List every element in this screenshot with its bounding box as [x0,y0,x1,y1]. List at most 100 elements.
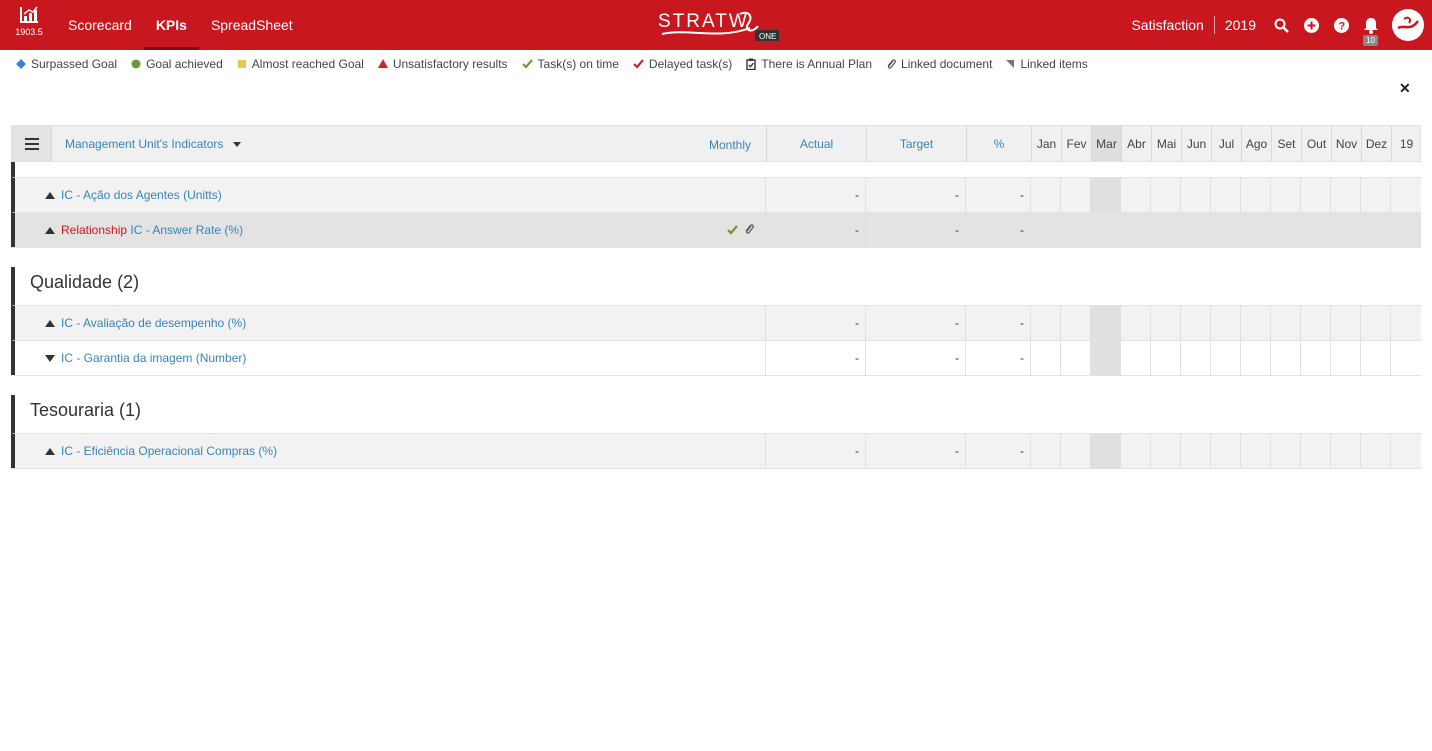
indicator-name[interactable]: IC - Avaliação de desempenho (%) [61,316,246,330]
month-cell[interactable] [1270,341,1300,375]
month-cell[interactable] [1330,213,1360,247]
month-cell[interactable] [1180,178,1210,212]
month-header[interactable]: Mar [1091,126,1121,161]
month-cell[interactable] [1390,341,1420,375]
paperclip-icon[interactable] [744,222,754,240]
month-cell[interactable] [1300,306,1330,340]
context-selector[interactable]: Satisfaction [1121,17,1213,33]
month-header[interactable]: Nov [1331,126,1361,161]
month-cell[interactable] [1390,306,1420,340]
month-cell[interactable] [1300,213,1330,247]
indicator-name[interactable]: IC - Garantia da imagem (Number) [61,351,246,365]
month-cell[interactable] [1330,434,1360,468]
close-icon[interactable]: ✕ [1399,80,1411,97]
month-cell[interactable] [1090,213,1120,247]
month-header[interactable]: 19 [1391,126,1421,161]
nav-spreadsheet[interactable]: SpreadSheet [199,0,305,50]
month-cell[interactable] [1090,434,1120,468]
month-cell[interactable] [1120,178,1150,212]
month-cell[interactable] [1180,434,1210,468]
month-cell[interactable] [1240,434,1270,468]
month-header[interactable]: Ago [1241,126,1271,161]
indicator-name-cell[interactable]: Relationship IC - Answer Rate (%) [61,223,243,237]
month-header[interactable]: Fev [1061,126,1091,161]
month-header[interactable]: Mai [1151,126,1181,161]
month-cell[interactable] [1120,213,1150,247]
month-cell[interactable] [1210,341,1240,375]
month-cell[interactable] [1090,341,1120,375]
nav-scorecard[interactable]: Scorecard [56,0,144,50]
table-row[interactable]: IC - Eficiência Operacional Compras (%) -… [11,433,1421,468]
month-cell[interactable] [1360,213,1390,247]
month-cell[interactable] [1150,178,1180,212]
month-header[interactable]: Jan [1031,126,1061,161]
month-cell[interactable] [1360,434,1390,468]
month-cell[interactable] [1330,178,1360,212]
month-cell[interactable] [1210,213,1240,247]
month-cell[interactable] [1210,178,1240,212]
month-cell[interactable] [1180,341,1210,375]
month-cell[interactable] [1090,306,1120,340]
month-cell[interactable] [1390,434,1420,468]
green-check-icon[interactable] [727,222,738,240]
month-cell[interactable] [1270,306,1300,340]
month-cell[interactable] [1030,341,1060,375]
period-selector[interactable]: Monthly [709,138,751,152]
month-header[interactable]: Jun [1181,126,1211,161]
indicator-name-cell[interactable]: IC - Garantia da imagem (Number) [61,351,246,365]
indicator-name-cell[interactable]: IC - Eficiência Operacional Compras (%) [61,444,277,458]
month-cell[interactable] [1120,341,1150,375]
month-cell[interactable] [1060,213,1090,247]
month-header[interactable]: Out [1301,126,1331,161]
month-cell[interactable] [1030,434,1060,468]
table-row[interactable]: Relationship IC - Answer Rate (%) - - - [11,212,1421,247]
table-row[interactable]: IC - Ação dos Agentes (Unitts) - - - [11,177,1421,212]
search-icon[interactable] [1266,0,1296,50]
indicator-name[interactable]: IC - Ação dos Agentes (Unitts) [61,188,222,202]
month-cell[interactable] [1330,341,1360,375]
indicator-name[interactable]: IC - Answer Rate (%) [130,223,243,237]
year-selector[interactable]: 2019 [1215,17,1266,33]
column-header-percent[interactable]: % [966,126,1031,161]
month-header[interactable]: Dez [1361,126,1391,161]
month-cell[interactable] [1150,341,1180,375]
month-cell[interactable] [1060,434,1090,468]
month-cell[interactable] [1270,213,1300,247]
month-cell[interactable] [1030,306,1060,340]
month-cell[interactable] [1270,178,1300,212]
menu-button[interactable] [12,126,52,161]
add-icon[interactable] [1296,0,1326,50]
month-cell[interactable] [1360,341,1390,375]
avatar[interactable] [1392,9,1424,41]
month-header[interactable]: Jul [1211,126,1241,161]
month-cell[interactable] [1030,213,1060,247]
month-cell[interactable] [1180,213,1210,247]
column-header-actual[interactable]: Actual [766,126,866,161]
table-row[interactable]: IC - Avaliação de desempenho (%) - - - [11,305,1421,340]
stratws-logo[interactable]: STRATW ONE [658,6,798,46]
table-row[interactable]: IC - Garantia da imagem (Number) - - - [11,340,1421,375]
month-header[interactable]: Abr [1121,126,1151,161]
month-cell[interactable] [1120,434,1150,468]
column-header-target[interactable]: Target [866,126,966,161]
bell-icon[interactable]: 10 [1356,0,1386,50]
month-cell[interactable] [1150,213,1180,247]
month-cell[interactable] [1060,341,1090,375]
nav-kpis[interactable]: KPIs [143,0,199,50]
month-cell[interactable] [1240,341,1270,375]
indicator-name-cell[interactable]: IC - Ação dos Agentes (Unitts) [61,188,222,202]
month-cell[interactable] [1300,434,1330,468]
month-cell[interactable] [1060,306,1090,340]
version-widget[interactable]: 1903.5 [14,6,44,37]
month-cell[interactable] [1030,178,1060,212]
month-cell[interactable] [1360,178,1390,212]
month-cell[interactable] [1090,178,1120,212]
month-cell[interactable] [1360,306,1390,340]
month-cell[interactable] [1240,178,1270,212]
month-cell[interactable] [1240,213,1270,247]
indicator-name[interactable]: IC - Eficiência Operacional Compras (%) [61,444,277,458]
month-cell[interactable] [1120,306,1150,340]
indicator-name-cell[interactable]: IC - Avaliação de desempenho (%) [61,316,246,330]
month-cell[interactable] [1390,213,1420,247]
month-cell[interactable] [1390,178,1420,212]
